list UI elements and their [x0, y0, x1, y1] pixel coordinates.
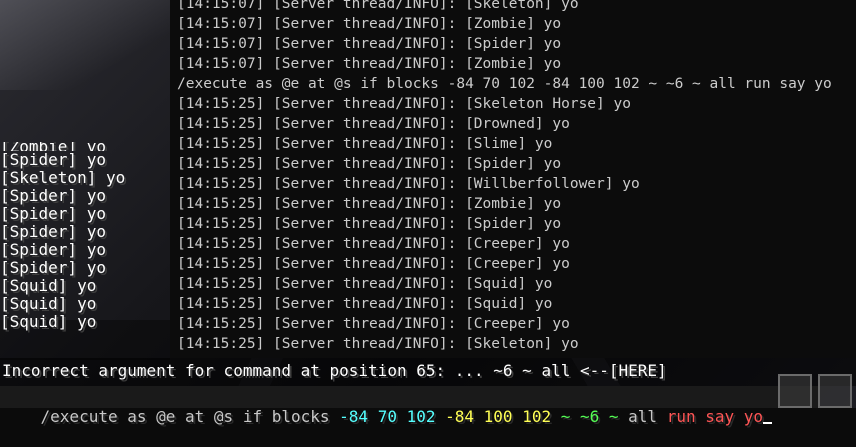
- console-line: [14:15:25] [Server thread/INFO]: [Slime]…: [177, 136, 553, 152]
- command-token-base: /execute as @e at @s if blocks: [40, 407, 340, 426]
- console-line: [14:15:25] [Server thread/INFO]: [Squid]…: [177, 276, 553, 292]
- hotbar-fragment: [778, 374, 856, 408]
- game-chat-history: [Zombie] yo [Spider] yo [Skeleton] yo [S…: [0, 142, 125, 331]
- command-token-coords-2: -84 100 102: [445, 407, 561, 426]
- console-line: [14:15:25] [Server thread/INFO]: [Creepe…: [177, 236, 570, 252]
- chat-message: [Spider] yo: [0, 150, 106, 169]
- console-line: [14:15:25] [Server thread/INFO]: [Drowne…: [177, 116, 570, 132]
- console-rows: [14:15:07] [Server thread/INFO]: [Skelet…: [177, 0, 832, 354]
- server-console-log[interactable]: [14:15:07] [Server thread/INFO]: [Skelet…: [170, 0, 856, 358]
- chat-message: [Skeleton] yo: [0, 168, 126, 187]
- command-token-run: run say yo: [666, 407, 764, 426]
- console-line: [14:15:25] [Server thread/INFO]: [Spider…: [177, 216, 562, 232]
- console-line: [14:15:25] [Server thread/INFO]: [Creepe…: [177, 256, 570, 272]
- hotbar-slot[interactable]: [818, 374, 852, 408]
- console-line: [14:15:07] [Server thread/INFO]: [Zombie…: [177, 56, 562, 72]
- chat-command-input[interactable]: /execute as @e at @s if blocks -84 70 10…: [0, 386, 820, 426]
- chat-message: [Spider] yo: [0, 186, 106, 205]
- console-line: [14:15:25] [Server thread/INFO]: [Squid]…: [177, 296, 553, 312]
- command-token-coords-3: ~ ~6 ~: [560, 407, 629, 426]
- chat-message: [Spider] yo: [0, 222, 106, 241]
- console-line: [14:15:07] [Server thread/INFO]: [Spider…: [177, 36, 562, 52]
- console-line: [14:15:25] [Server thread/INFO]: [Skelet…: [177, 336, 579, 352]
- world-lit-block: [0, 0, 170, 90]
- chat-message: [Squid] yo: [0, 312, 97, 331]
- console-line: [14:15:25] [Server thread/INFO]: [Willbe…: [177, 176, 640, 192]
- error-text: Incorrect argument for command at positi…: [2, 361, 667, 380]
- command-error-message: Incorrect argument for command at positi…: [0, 358, 856, 386]
- chat-message: [Squid] yo: [0, 294, 97, 313]
- console-line: [14:15:25] [Server thread/INFO]: [Skelet…: [177, 96, 631, 112]
- command-input-text[interactable]: /execute as @e at @s if blocks -84 70 10…: [2, 387, 773, 447]
- chat-message: [Spider] yo: [0, 240, 106, 259]
- console-line: [14:15:07] [Server thread/INFO]: [Skelet…: [177, 0, 579, 12]
- chat-message: [Squid] yo: [0, 276, 97, 295]
- console-line: [14:15:25] [Server thread/INFO]: [Creepe…: [177, 316, 570, 332]
- console-command-echo: /execute as @e at @s if blocks -84 70 10…: [177, 76, 832, 92]
- command-token-mode: all: [628, 407, 667, 426]
- chat-message: [Spider] yo: [0, 258, 106, 277]
- console-line: [14:15:25] [Server thread/INFO]: [Zombie…: [177, 196, 562, 212]
- command-token-coords-1: -84 70 102: [339, 407, 446, 426]
- chat-message: [Spider] yo: [0, 204, 106, 223]
- console-line: [14:15:07] [Server thread/INFO]: [Zombie…: [177, 16, 562, 32]
- text-cursor: [763, 422, 773, 424]
- hotbar-slot[interactable]: [778, 374, 812, 408]
- console-line: [14:15:25] [Server thread/INFO]: [Spider…: [177, 156, 562, 172]
